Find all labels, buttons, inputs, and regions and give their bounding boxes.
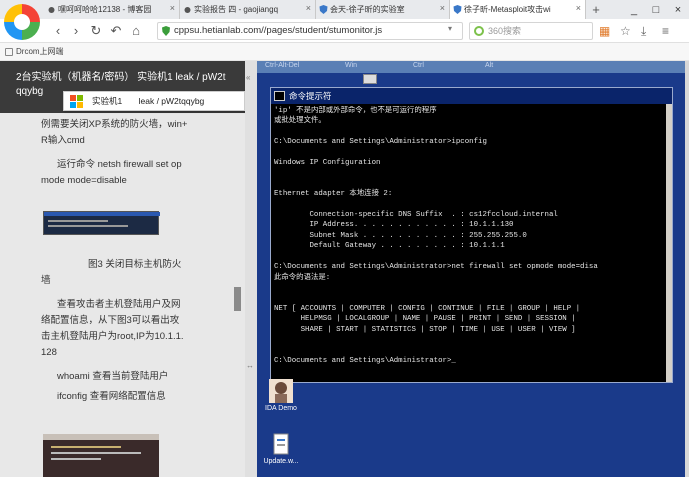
cmd-titlebar[interactable]: 命令提示符 (271, 88, 672, 104)
ida-demo-icon (269, 379, 293, 403)
thumb-line (51, 452, 141, 454)
alt-key[interactable]: Alt (485, 62, 493, 69)
tab-blog[interactable]: 嘿呵呵哈哈12138 - 博客园 × (44, 0, 180, 19)
search-input[interactable]: 360搜索 (469, 22, 593, 40)
instructions-panel: 2台实验机（机器名/密码） 实验机1 leak / pW2t qqybg 例需要… (0, 61, 245, 477)
page-scrollbar[interactable] (685, 61, 689, 477)
tooltip-label: 实验机1 (92, 96, 123, 106)
win-key[interactable]: Win (345, 62, 357, 69)
computer-icon (363, 74, 377, 84)
cmd-scrollbar[interactable] (666, 104, 672, 382)
collapse-left-icon[interactable]: « (246, 73, 250, 82)
maximize-button[interactable]: □ (645, 4, 667, 16)
terminal-thumbnail (43, 434, 159, 477)
thumb-line (48, 220, 108, 222)
back-icon[interactable]: ‹ (50, 23, 66, 38)
drag-handle-icon[interactable]: ↔ (246, 361, 254, 370)
apps-grid-icon[interactable]: ▦ (599, 24, 610, 38)
tab-report[interactable]: 实验报告 四 - gaojiangq × (180, 0, 316, 19)
new-tab-button[interactable]: + (586, 0, 606, 19)
para1-line2: R输入cmd (41, 135, 85, 146)
screenshot-thumbnail (43, 211, 160, 235)
para2-line2: mode mode=disable (41, 175, 127, 186)
search-placeholder: 360搜索 (488, 26, 522, 36)
undo-icon[interactable]: ↶ (108, 23, 124, 39)
ifconfig-note: ifconfig 查看网络配置信息 (57, 391, 166, 402)
desktop-icon-ida[interactable]: IDA Demo (261, 379, 301, 412)
cmd-icon (274, 91, 285, 101)
tab-metasploit[interactable]: 徐子昕-Metasploit攻击wi × (450, 0, 586, 19)
secure-shield-icon (162, 26, 170, 36)
paw-icon (183, 5, 192, 14)
ctrl-alt-del-key[interactable]: Ctrl-Alt-Del (265, 62, 299, 69)
menu-icon[interactable]: ≡ (662, 24, 669, 38)
thumb-line (51, 446, 121, 448)
cmd-title: 命令提示符 (289, 91, 332, 101)
remote-desktop[interactable]: Ctrl-Alt-Del Win Ctrl Alt 命令提示符 'ip' 不是内… (257, 61, 685, 477)
browser-logo-icon[interactable] (2, 2, 42, 42)
close-icon[interactable]: × (440, 3, 445, 13)
address-bar[interactable]: cppsu.hetianlab.com//pages/student/stumo… (157, 22, 463, 40)
url-text: cppsu.hetianlab.com//pages/student/stumo… (174, 25, 383, 36)
tab-title: 会天-徐子昕的实验室 (330, 5, 405, 14)
home-icon[interactable]: ⌂ (128, 23, 144, 38)
minimize-button[interactable]: _ (623, 4, 645, 16)
download-icon[interactable]: ⤓ (641, 24, 646, 39)
forward-icon[interactable]: › (68, 23, 84, 38)
fig-caption-line1: 图3 关闭目标主机防火 (88, 259, 182, 270)
para3-line4: 128 (41, 347, 57, 358)
panel-scrollbar-thumb[interactable] (234, 287, 241, 311)
browser-tab-strip: 嘿呵呵哈哈12138 - 博客园 × 实验报告 四 - gaojiangq × … (0, 0, 689, 19)
search-engine-icon (474, 26, 484, 36)
remote-keys-bar: Ctrl-Alt-Del Win Ctrl Alt (257, 61, 685, 73)
ctrl-key[interactable]: Ctrl (413, 62, 424, 69)
thumb-line (51, 458, 101, 460)
thumb-line (48, 225, 128, 227)
favorites-icon[interactable]: ☆ (620, 24, 631, 38)
paw-icon (47, 5, 56, 14)
para2-line1: 运行命令 netsh firewall set op (57, 159, 182, 170)
thumb-titlebar (43, 434, 159, 440)
close-window-button[interactable]: × (667, 4, 689, 16)
shield-icon (453, 5, 462, 14)
tab-title: 嘿呵呵哈哈12138 - 博客园 (58, 5, 152, 14)
para3-line3: 击主机登陆用户为root,IP为10.1.1. (41, 331, 184, 342)
page-icon (5, 48, 13, 56)
window-controls: _ □ × (623, 0, 689, 19)
bookmarks-bar: Drcom上网端 (0, 43, 689, 61)
panel-divider[interactable]: « ↔ (245, 61, 257, 477)
para3-line1: 查看攻击者主机登陆用户及网 (57, 299, 181, 310)
desktop-icon-update[interactable]: Update.w... (261, 432, 301, 465)
windows-logo-icon (70, 95, 83, 108)
tooltip-value: leak / pW2tqqybg (138, 96, 205, 106)
chevron-down-icon[interactable]: ▾ (448, 24, 452, 33)
desktop-icon-label: IDA Demo (265, 405, 297, 412)
tab-lab[interactable]: 会天-徐子昕的实验室 × (316, 0, 450, 19)
bookmark-drcom[interactable]: Drcom上网端 (16, 47, 64, 56)
close-icon[interactable]: × (576, 3, 581, 13)
tab-title: 实验报告 四 - gaojiangq (194, 5, 279, 14)
desktop-icon-small[interactable] (363, 74, 379, 84)
tab-title: 徐子昕-Metasploit攻击wi (464, 5, 551, 14)
shield-icon (319, 5, 328, 14)
browser-toolbar: ‹ › ↻ ↶ ⌂ cppsu.hetianlab.com//pages/stu… (0, 19, 689, 43)
fig-caption-line2: 墙 (41, 275, 51, 286)
cmd-output[interactable]: 'ip' 不是内部或外部命令，也不是可运行的程序 或批处理文件。 C:\Docu… (274, 106, 666, 380)
cmd-window[interactable]: 命令提示符 'ip' 不是内部或外部命令，也不是可运行的程序 或批处理文件。 C… (270, 87, 673, 383)
whoami-note: whoami 查看当前登陆用户 (57, 371, 169, 382)
reload-icon[interactable]: ↻ (88, 23, 104, 39)
close-icon[interactable]: × (306, 3, 311, 13)
document-icon (269, 432, 293, 456)
para3-line2: 络配置信息，从下图3可以看出攻 (41, 315, 180, 326)
thumb-titlebar (44, 212, 160, 216)
machine-tooltip: 实验机1 leak / pW2tqqybg (63, 91, 245, 111)
header-line-1: 2台实验机（机器名/密码） 实验机1 leak / pW2t (16, 72, 226, 83)
para1-line1: 例需要关闭XP系统的防火墙，win+ (41, 119, 188, 130)
desktop-icon-label: Update.w... (263, 458, 299, 465)
close-icon[interactable]: × (170, 3, 175, 13)
